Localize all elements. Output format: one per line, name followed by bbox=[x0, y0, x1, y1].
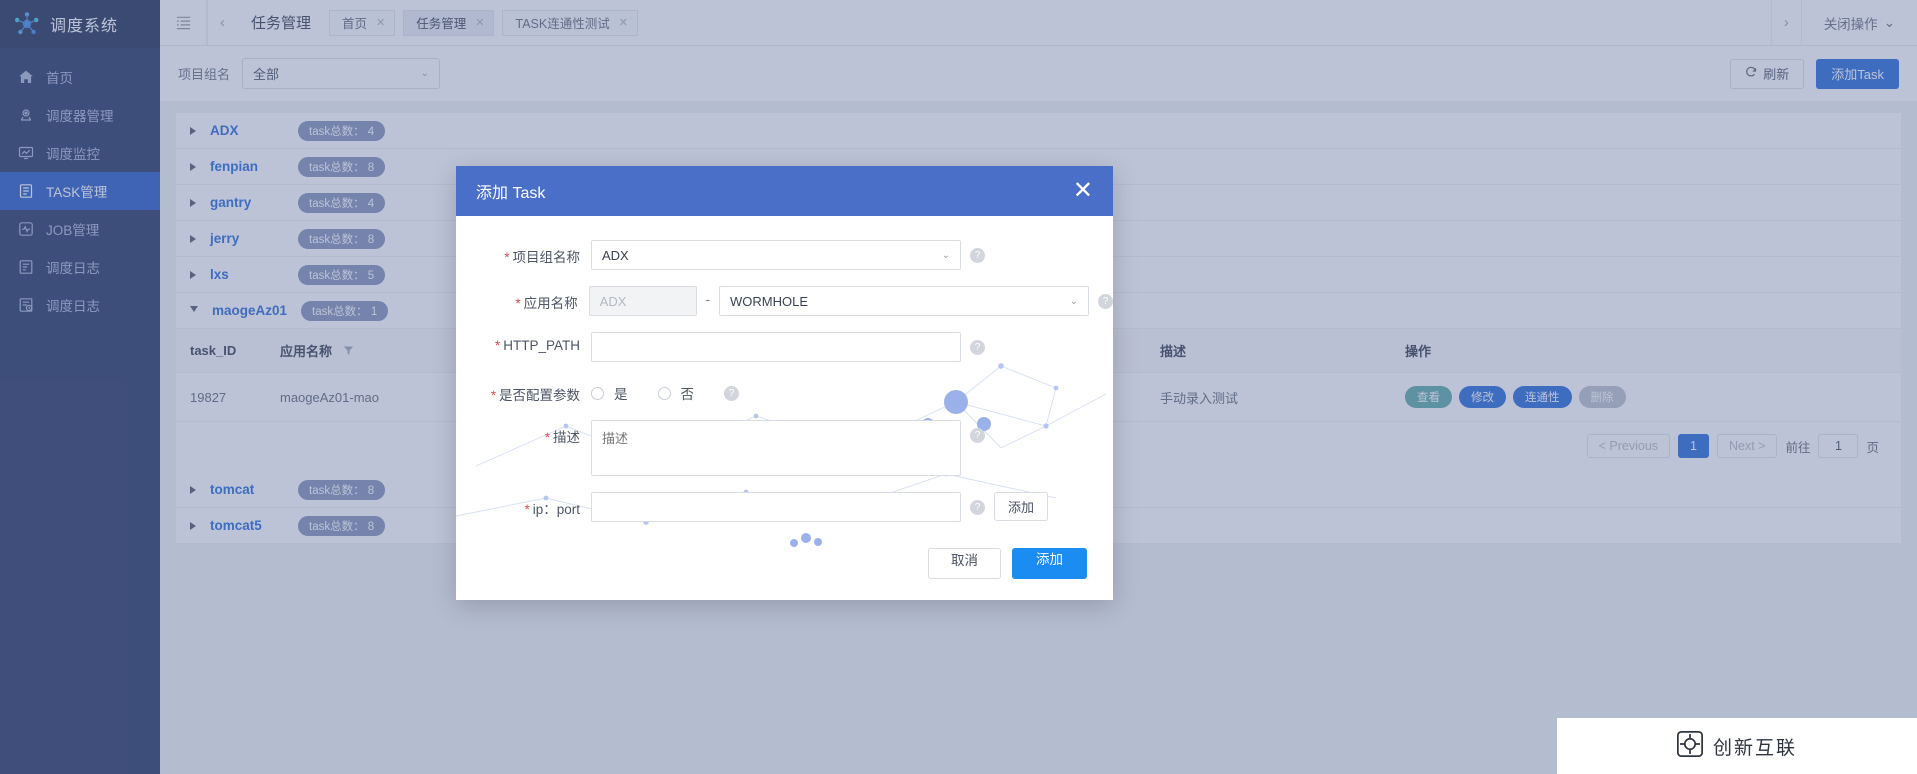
help-icon[interactable]: ? bbox=[970, 500, 985, 515]
field-control: ADX - WORMHOLE ⌄ ? bbox=[588, 286, 1113, 316]
app-name-select[interactable]: WORMHOLE ⌄ bbox=[719, 286, 1089, 316]
app-root: 调度系统 首页 调度器管理 调度监控 TASK管理 JOB管理 调度日志 调度日… bbox=[0, 0, 1917, 774]
field-label: * HTTP_PATH bbox=[456, 332, 591, 353]
watermark: 创新互联 bbox=[1557, 718, 1917, 774]
help-icon[interactable]: ? bbox=[970, 428, 985, 443]
field-control: ? 添加 bbox=[591, 492, 1049, 522]
app-name-prefix-input: ADX bbox=[588, 286, 697, 316]
label-text: 项目组名称 bbox=[512, 250, 581, 265]
modal-header: 添加 Task ✕ bbox=[456, 166, 1113, 216]
watermark-text: 创新互联 bbox=[1712, 737, 1797, 759]
close-icon[interactable]: ✕ bbox=[1073, 179, 1093, 203]
chevron-down-icon: ⌄ bbox=[941, 249, 950, 261]
field-label: * 项目组名称 bbox=[456, 240, 591, 266]
field-ip-port: * ip：port ? 添加 bbox=[456, 492, 1113, 522]
required-mark: * bbox=[504, 250, 510, 265]
add-task-modal: 添加 Task ✕ * 项目组名称 ADX ⌄ ? * 应用名称 ADX - W… bbox=[456, 166, 1113, 600]
help-icon[interactable]: ? bbox=[1098, 294, 1113, 309]
confirm-add-button[interactable]: 添加 bbox=[1012, 548, 1087, 579]
chevron-down-icon: ⌄ bbox=[1069, 295, 1078, 307]
description-textarea[interactable] bbox=[591, 420, 961, 476]
add-task-form: * 项目组名称 ADX ⌄ ? * 应用名称 ADX - WORMHOLE ⌄ … bbox=[456, 240, 1113, 579]
label-text: HTTP_PATH bbox=[503, 338, 580, 353]
app-name-separator: - bbox=[705, 292, 710, 307]
help-icon[interactable]: ? bbox=[970, 340, 985, 355]
selected-value: ADX bbox=[602, 247, 629, 263]
cancel-button[interactable]: 取消 bbox=[928, 548, 1001, 579]
watermark-logo-icon bbox=[1676, 730, 1703, 762]
field-control: ADX ⌄ ? bbox=[591, 240, 985, 270]
modal-body: * 项目组名称 ADX ⌄ ? * 应用名称 ADX - WORMHOLE ⌄ … bbox=[456, 216, 1113, 600]
field-control: ? bbox=[591, 332, 985, 362]
field-label: * 应用名称 bbox=[456, 286, 589, 312]
field-config-params: * 是否配置参数 是 否 ? bbox=[456, 378, 1113, 404]
ip-port-add-button[interactable]: 添加 bbox=[994, 492, 1049, 521]
label-text: 应用名称 bbox=[523, 296, 578, 311]
field-project-group-name: * 项目组名称 ADX ⌄ ? bbox=[456, 240, 1113, 270]
help-icon[interactable]: ? bbox=[724, 385, 739, 401]
ip-port-input[interactable] bbox=[591, 492, 961, 522]
field-http-path: * HTTP_PATH ? bbox=[456, 332, 1113, 362]
field-control: ? bbox=[591, 420, 985, 476]
radio-no[interactable] bbox=[657, 386, 671, 400]
selected-value: WORMHOLE bbox=[730, 293, 808, 309]
modal-footer: 取消 添加 bbox=[456, 538, 1113, 579]
field-label: * 是否配置参数 bbox=[456, 378, 591, 404]
radio-no-label: 否 bbox=[680, 387, 695, 402]
field-description: *描述 ? bbox=[456, 420, 1113, 476]
radio-yes-label: 是 bbox=[614, 387, 628, 402]
required-mark: * bbox=[515, 296, 521, 311]
required-mark: * bbox=[544, 430, 550, 445]
config-params-radio-group: 是 否 ? bbox=[591, 378, 739, 403]
modal-title: 添加 Task bbox=[476, 185, 546, 202]
help-icon[interactable]: ? bbox=[970, 248, 985, 263]
radio-yes[interactable] bbox=[591, 386, 604, 400]
label-text: 描述 bbox=[553, 430, 580, 445]
label-text: ip：port bbox=[532, 502, 580, 517]
required-mark: * bbox=[524, 502, 530, 517]
required-mark: * bbox=[490, 388, 496, 403]
label-text: 是否配置参数 bbox=[499, 388, 580, 403]
field-label: * ip：port bbox=[456, 492, 591, 518]
required-mark: * bbox=[494, 338, 501, 353]
project-group-name-select[interactable]: ADX ⌄ bbox=[591, 240, 961, 270]
http-path-input[interactable] bbox=[591, 332, 961, 362]
field-app-name: * 应用名称 ADX - WORMHOLE ⌄ ? bbox=[456, 286, 1113, 316]
field-label: * 描述 bbox=[456, 420, 591, 446]
